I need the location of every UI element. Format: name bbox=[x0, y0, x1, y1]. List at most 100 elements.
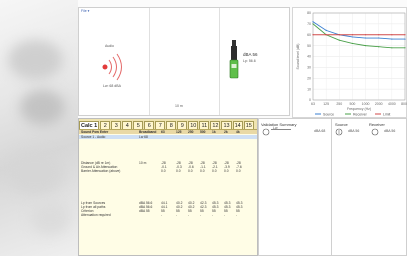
table-cell[interactable]: 0.0 bbox=[236, 169, 241, 173]
data-point bbox=[338, 39, 340, 41]
x-axis-label: Frequency (Hz) bbox=[347, 107, 371, 111]
distance-label: 10 m bbox=[175, 104, 183, 108]
receiver-title: Receiver bbox=[369, 122, 385, 127]
table-cell[interactable]: 4k bbox=[236, 130, 240, 134]
table-cell[interactable]: 2k bbox=[224, 130, 228, 134]
sheet-tab[interactable]: 12 bbox=[210, 121, 221, 129]
data-point bbox=[391, 34, 393, 36]
table-cell[interactable]: - bbox=[236, 213, 237, 217]
data-point bbox=[391, 38, 393, 40]
table-cell[interactable]: 125 bbox=[176, 130, 182, 134]
sheet-tab[interactable]: 14 bbox=[232, 121, 243, 129]
x-tick-label: 63 bbox=[311, 102, 315, 106]
table-cell[interactable]: - bbox=[161, 213, 162, 217]
y-tick-label: 50 bbox=[307, 44, 311, 48]
y-tick-label: 60 bbox=[307, 33, 311, 37]
validation-value: dBA 68 bbox=[314, 129, 326, 133]
table-row: Barrier Attenuation (above) 0.0 0.0 0.0 0.0 0… bbox=[79, 169, 257, 173]
table-cell[interactable]: 250 bbox=[188, 130, 194, 134]
data-point bbox=[351, 34, 354, 36]
sheet-tab[interactable]: 10 bbox=[188, 121, 199, 129]
scene-divider bbox=[149, 8, 150, 115]
data-point bbox=[312, 34, 314, 36]
sheet-tab[interactable]: 6 bbox=[144, 121, 155, 129]
data-point bbox=[404, 34, 406, 36]
table-cell[interactable]: 0.0 bbox=[224, 169, 229, 173]
y-tick-label: 20 bbox=[307, 76, 311, 80]
y-tick-label: 10 bbox=[307, 87, 311, 91]
table-cell[interactable]: - bbox=[200, 213, 201, 217]
sheet-tab[interactable]: 15 bbox=[243, 121, 254, 129]
lw-indicator-icon bbox=[262, 128, 270, 136]
source-value: dBA 56 bbox=[348, 129, 360, 133]
legend-label: Source bbox=[323, 112, 334, 116]
row-label: Source 1 - Audio bbox=[81, 135, 106, 139]
source-title: Source bbox=[335, 122, 348, 127]
table-cell[interactable]: 0.0 bbox=[176, 169, 181, 173]
table-cell[interactable]: - bbox=[224, 213, 225, 217]
table-cell[interactable]: - bbox=[212, 213, 213, 217]
series-line bbox=[312, 23, 405, 49]
receiver-indicator-icon bbox=[371, 128, 379, 136]
validation-item: Lw bbox=[273, 126, 278, 130]
x-tick-label: 2000 bbox=[375, 102, 383, 106]
data-point bbox=[364, 37, 367, 39]
table-cell[interactable]: 0.0 bbox=[212, 169, 217, 173]
data-point bbox=[364, 34, 367, 36]
legend-label: Receiver bbox=[353, 112, 368, 116]
sheet-tab[interactable]: 9 bbox=[177, 121, 188, 129]
data-point bbox=[404, 38, 406, 40]
sheet-tab[interactable]: 7 bbox=[155, 121, 166, 129]
row-label: Attenuation required bbox=[81, 213, 111, 217]
sheet-tab[interactable]: 5 bbox=[133, 121, 144, 129]
legend-label: Limit bbox=[383, 112, 390, 116]
table-cell[interactable]: 0.0 bbox=[200, 169, 205, 173]
sheet-tab-bar: Calc 1 2 3 4 5 6 7 8 9 10 11 12 13 14 15 bbox=[79, 119, 257, 130]
data-point bbox=[325, 34, 327, 36]
data-point bbox=[312, 21, 314, 23]
data-point bbox=[378, 46, 380, 48]
table-cell[interactable]: 0.0 bbox=[161, 169, 166, 173]
table-cell[interactable]: Lw 68 bbox=[139, 135, 148, 139]
data-point bbox=[351, 36, 354, 38]
data-point bbox=[404, 47, 406, 49]
file-menu[interactable]: File ▾ bbox=[81, 9, 89, 13]
sheet-tab[interactable]: 13 bbox=[221, 121, 232, 129]
meter-reading: dBA 56 bbox=[243, 52, 258, 57]
summary-panel: Validation Summary Lw dBA 68 Source Rece… bbox=[258, 118, 407, 256]
audio-source-icon[interactable] bbox=[99, 52, 135, 82]
table-cell[interactable]: - bbox=[188, 213, 189, 217]
validation-title: Validation Summary bbox=[261, 122, 297, 127]
table-cell[interactable]: 1k bbox=[212, 130, 216, 134]
table-cell[interactable]: 0.0 bbox=[188, 169, 193, 173]
data-point bbox=[391, 47, 393, 49]
table-cell[interactable]: Broadband bbox=[139, 130, 156, 134]
sheet-tab[interactable]: 4 bbox=[122, 121, 133, 129]
table-row: Attenuation required - - - - - - - bbox=[79, 213, 257, 217]
data-point bbox=[312, 23, 314, 25]
x-tick-label: 4000 bbox=[388, 102, 396, 106]
data-point bbox=[378, 34, 380, 36]
sheet-tab[interactable]: 8 bbox=[166, 121, 177, 129]
table-cell[interactable]: - bbox=[176, 213, 177, 217]
data-point bbox=[351, 42, 354, 45]
sheet-tab[interactable]: 2 bbox=[100, 121, 111, 129]
data-point bbox=[364, 45, 367, 47]
meter-sublabel: Lp: 56.6 bbox=[243, 59, 256, 63]
sheet-tab[interactable]: 11 bbox=[199, 121, 210, 129]
x-tick-label: 125 bbox=[323, 102, 329, 106]
table-row: Source 1 - Audio Lw 68 bbox=[79, 135, 257, 139]
receiver-value: dBA 56 bbox=[384, 129, 396, 133]
sheet-tab[interactable]: 3 bbox=[111, 121, 122, 129]
table-cell[interactable]: 63 bbox=[161, 130, 165, 134]
table-cell[interactable]: 500 bbox=[200, 130, 206, 134]
sheet-tab[interactable]: Calc 1 bbox=[79, 121, 100, 129]
scene-window: File ▾ Audio Lw: 68 dBA dBA 56 Lp: 56.6 … bbox=[78, 7, 290, 116]
y-tick-label: 80 bbox=[307, 11, 311, 15]
panel-divider bbox=[331, 119, 332, 255]
source-level: Lw: 68 dBA bbox=[103, 84, 121, 88]
row-label: Barrier Attenuation (above) bbox=[81, 169, 121, 173]
scene-divider bbox=[219, 8, 220, 115]
x-tick-label: 1000 bbox=[362, 102, 370, 106]
sound-level-meter-icon[interactable] bbox=[229, 40, 239, 82]
